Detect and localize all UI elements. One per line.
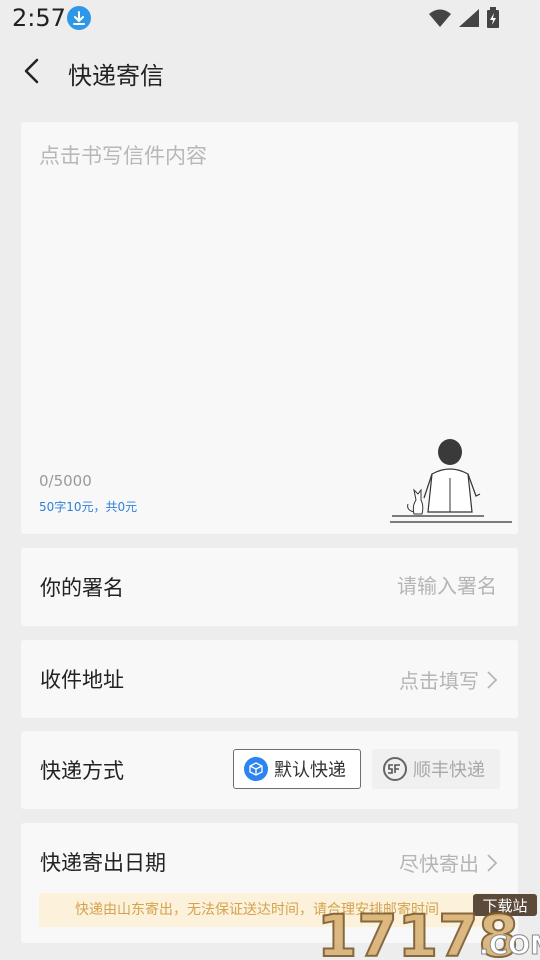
writing-person-illustration	[390, 439, 512, 523]
default-delivery-label: 默认快递	[274, 760, 346, 781]
sf-logo-icon	[383, 757, 407, 781]
chevron-right-icon	[487, 853, 498, 872]
watermark-suffix-text: .COM	[479, 931, 540, 960]
char-count: 0/5000	[39, 472, 92, 490]
letter-content-input[interactable]	[21, 122, 518, 452]
address-label: 收件地址	[40, 668, 124, 692]
chevron-right-icon	[487, 670, 498, 689]
letter-card: 0/5000 50字10元，共0元	[21, 122, 518, 534]
signature-label: 你的署名	[40, 576, 124, 600]
delivery-method-label: 快递方式	[40, 759, 124, 783]
price-note: 50字10元，共0元	[39, 500, 138, 514]
signature-row: 你的署名	[21, 548, 518, 626]
site-watermark-logo: 下载站 17178 .COM	[316, 894, 540, 960]
address-row[interactable]: 收件地址 点击填写	[21, 640, 518, 718]
cell-signal-icon	[459, 9, 479, 27]
header: 快递寄信	[0, 44, 540, 100]
download-icon	[67, 6, 91, 30]
sf-delivery-option[interactable]: 顺丰快递	[372, 749, 500, 789]
page-title: 快递寄信	[68, 62, 164, 90]
box-icon	[244, 757, 268, 781]
delivery-method-row: 快递方式 默认快递 顺丰快递	[21, 731, 518, 809]
status-time: 2:57	[12, 4, 66, 32]
back-arrow-icon[interactable]	[18, 56, 48, 86]
send-date-label: 快递寄出日期	[40, 851, 166, 875]
address-value: 点击填写	[399, 669, 479, 693]
battery-icon	[487, 7, 499, 28]
default-delivery-option[interactable]: 默认快递	[233, 749, 361, 789]
status-icons	[428, 7, 500, 29]
send-date-value: 尽快寄出	[399, 852, 479, 876]
signature-input[interactable]	[295, 573, 499, 599]
wifi-icon	[429, 9, 451, 27]
sf-delivery-label: 顺丰快递	[413, 760, 485, 781]
status-bar: 2:57	[0, 0, 540, 36]
